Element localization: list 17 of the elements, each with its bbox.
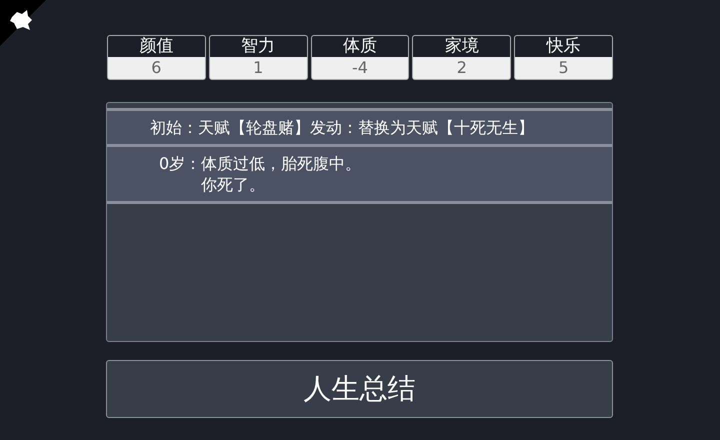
stat-label: 智力 (208, 35, 308, 57)
stat-value: 2 (412, 57, 512, 80)
log-text: 你死了。 (201, 174, 266, 195)
log-text: 天赋【轮盘赌】发动：替换为天赋【十死无生】 (198, 117, 534, 138)
stat-value: 1 (208, 57, 308, 80)
logo-icon (8, 8, 34, 32)
stat-label: 颜值 (107, 35, 206, 57)
summary-button[interactable]: 人生总结 (106, 360, 613, 418)
log-text: 体质过低，胎死腹中。 (201, 153, 362, 174)
stat-value: 6 (107, 57, 206, 80)
stat-value: -4 (310, 57, 410, 80)
stat-value: 5 (514, 57, 613, 80)
stat-label: 家境 (412, 35, 512, 57)
stat-label: 体质 (310, 35, 410, 57)
stat-label: 快乐 (514, 35, 613, 57)
log-prefix: 初始： (150, 117, 198, 138)
log-prefix: 0岁： (159, 153, 202, 175)
